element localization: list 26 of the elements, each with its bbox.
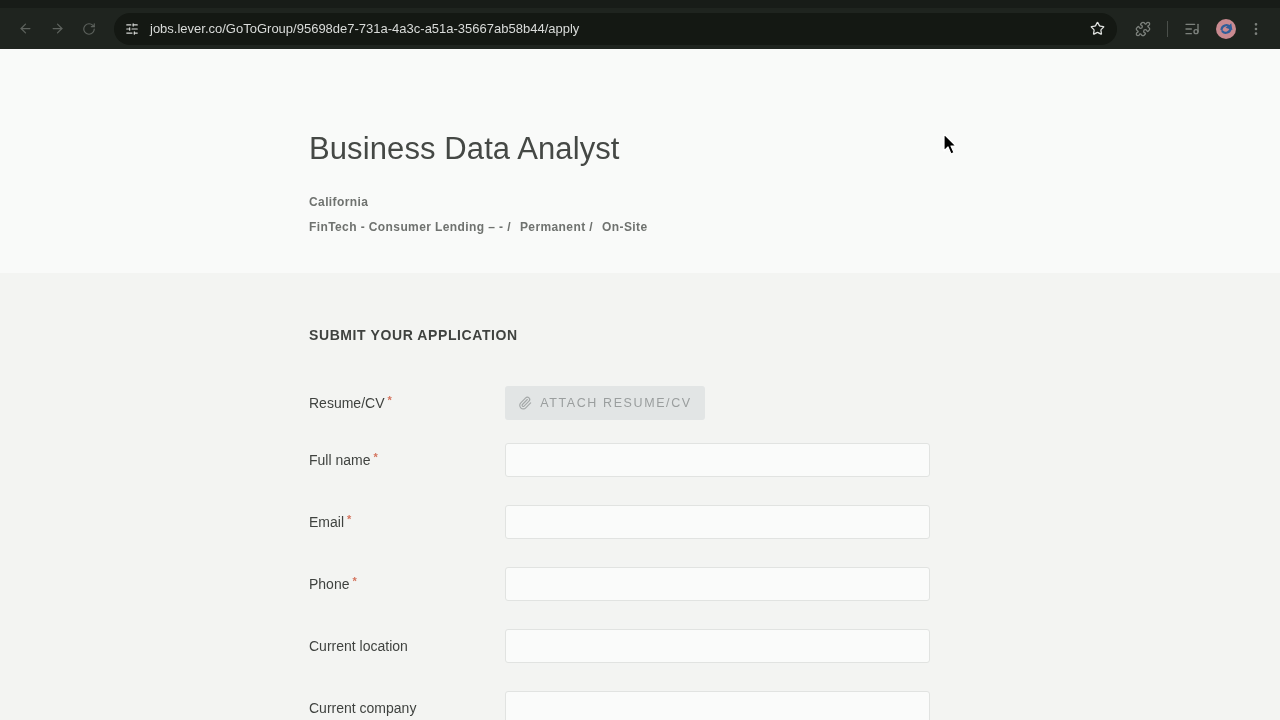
input-field[interactable] xyxy=(505,691,930,720)
section-heading: SUBMIT YOUR APPLICATION xyxy=(309,326,518,345)
job-category: On-Site xyxy=(602,219,648,236)
input-field[interactable] xyxy=(505,629,930,663)
field-label: Current location xyxy=(309,637,408,655)
required-mark: * xyxy=(373,451,378,463)
field-label: Email xyxy=(309,513,344,531)
address-bar[interactable]: jobs.lever.co/GoToGroup/95698de7-731a-4a3c-a51a-35667ab58b44/apply xyxy=(114,12,1117,45)
field-label: Full name xyxy=(309,451,371,469)
required-mark: * xyxy=(352,575,357,587)
input-field[interactable] xyxy=(505,443,930,477)
input-field[interactable] xyxy=(505,505,930,539)
field-label: Current company xyxy=(309,699,417,717)
job-category: Permanent / xyxy=(519,219,593,236)
required-mark: * xyxy=(347,513,352,525)
job-location: California xyxy=(309,194,369,211)
url-text: jobs.lever.co/GoToGroup/95698de7-731a-4a3c-a51a-35667ab58b44/apply xyxy=(150,21,581,36)
required-mark: * xyxy=(387,394,392,406)
mouse-pointer-icon xyxy=(943,133,957,155)
field-label: Phone xyxy=(309,575,350,593)
profile-avatar-icon[interactable] xyxy=(1216,18,1236,39)
field-label: Resume/CV xyxy=(309,394,385,412)
paperclip-icon xyxy=(518,396,533,410)
job-category: FinTech - Consumer Lending – - / xyxy=(309,219,511,236)
job-title: Business Data Analyst xyxy=(309,130,620,168)
input-field[interactable] xyxy=(505,567,930,601)
